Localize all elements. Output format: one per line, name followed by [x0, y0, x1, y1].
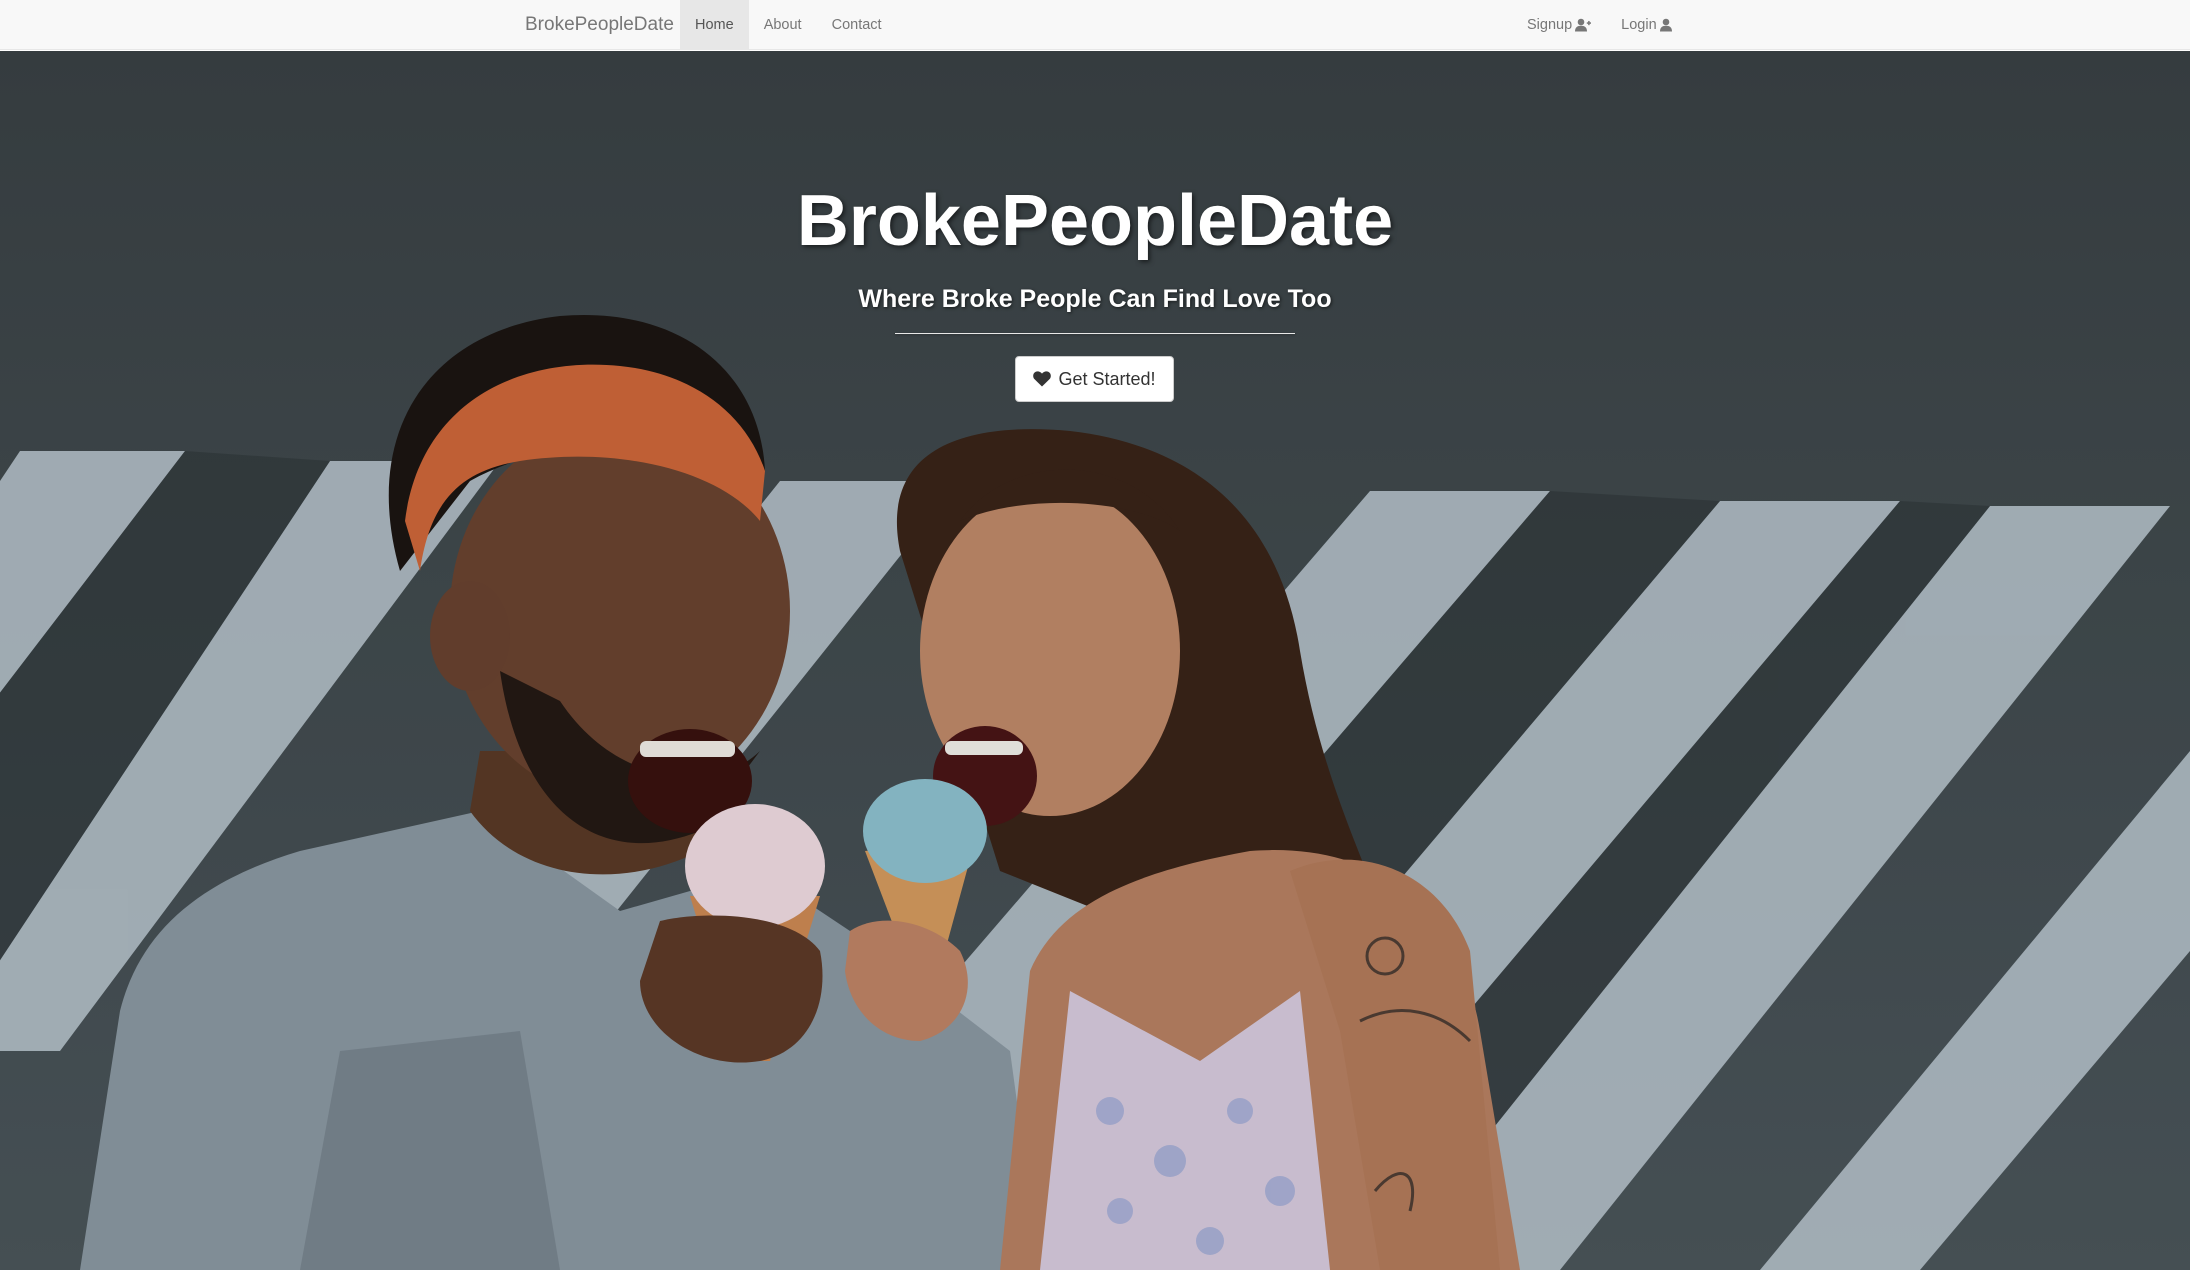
- nav-item-label: Home: [695, 17, 734, 33]
- user-icon: [1659, 18, 1676, 32]
- get-started-label: Get Started!: [1058, 368, 1156, 389]
- nav-item-signup[interactable]: Signup: [1512, 0, 1606, 50]
- hero-divider: [895, 333, 1295, 334]
- heart-icon: [1033, 371, 1052, 387]
- navbar-brand[interactable]: BrokePeopleDate: [525, 0, 674, 50]
- nav-item-contact[interactable]: Contact: [817, 0, 897, 50]
- hero-subtitle: Where Broke People Can Find Love Too: [858, 285, 1332, 313]
- top-navbar: BrokePeopleDate Home About Contact Signu…: [0, 0, 2190, 50]
- nav-item-home[interactable]: Home: [680, 0, 749, 50]
- nav-item-label: Contact: [831, 17, 882, 33]
- get-started-button[interactable]: Get Started!: [1015, 356, 1174, 402]
- nav-item-label: Signup: [1527, 17, 1573, 33]
- nav-item-label: Login: [1621, 17, 1657, 33]
- hero-section: BrokePeopleDate Where Broke People Can F…: [0, 51, 2190, 1270]
- user-plus-icon: [1575, 18, 1592, 32]
- nav-item-about[interactable]: About: [749, 0, 817, 50]
- nav-item-label: About: [763, 17, 802, 33]
- hero-title: BrokePeopleDate: [796, 181, 1394, 261]
- nav-right-menu: Signup Login: [1512, 0, 1691, 50]
- nav-item-login[interactable]: Login: [1606, 0, 1690, 50]
- nav-left-menu: Home About Contact: [680, 0, 897, 50]
